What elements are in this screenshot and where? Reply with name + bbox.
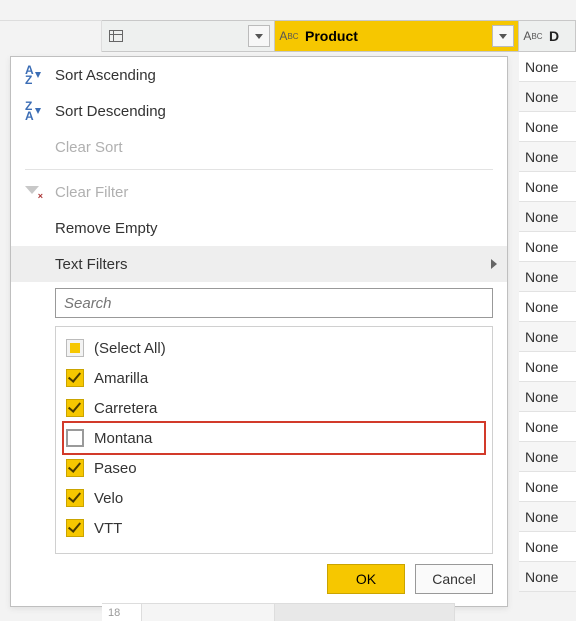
sort-asc-icon: AZ bbox=[25, 57, 55, 93]
data-cell[interactable]: None bbox=[519, 352, 576, 382]
filter-value-row[interactable]: Amarilla bbox=[64, 363, 484, 393]
filter-value-label: Carretera bbox=[94, 400, 157, 417]
data-cell[interactable]: None bbox=[519, 262, 576, 292]
data-cell[interactable]: None bbox=[519, 322, 576, 352]
data-cell[interactable]: None bbox=[519, 382, 576, 412]
data-cell[interactable]: None bbox=[519, 142, 576, 172]
filter-value-row[interactable]: Carretera bbox=[64, 393, 484, 423]
menu-clear-sort: Clear Sort bbox=[11, 129, 507, 165]
column-dropdown-button[interactable] bbox=[492, 25, 514, 47]
data-cell[interactable]: None bbox=[519, 532, 576, 562]
filter-value-row[interactable]: Paseo bbox=[64, 453, 484, 483]
filter-value-label: VTT bbox=[94, 520, 122, 537]
filter-value-row[interactable]: Montana bbox=[64, 423, 484, 453]
data-cell[interactable]: None bbox=[519, 232, 576, 262]
submenu-arrow-icon bbox=[491, 259, 497, 269]
filter-value-row[interactable]: VTT bbox=[64, 513, 484, 543]
filter-checkbox[interactable] bbox=[66, 399, 84, 417]
column-header-product[interactable]: ABC Product bbox=[275, 20, 519, 52]
filter-value-label: Amarilla bbox=[94, 370, 148, 387]
data-cell[interactable]: None bbox=[519, 202, 576, 232]
column-dropdown-button[interactable] bbox=[248, 25, 270, 47]
data-cell[interactable]: None bbox=[519, 442, 576, 472]
ok-button[interactable]: OK bbox=[327, 564, 405, 594]
table-icon bbox=[102, 30, 130, 42]
menu-text-filters[interactable]: Text Filters bbox=[11, 246, 507, 282]
data-cell[interactable]: None bbox=[519, 412, 576, 442]
filter-checkbox[interactable] bbox=[66, 489, 84, 507]
data-cell[interactable]: None bbox=[519, 502, 576, 532]
data-cell[interactable]: None bbox=[519, 562, 576, 592]
filter-value-row[interactable]: Velo bbox=[64, 483, 484, 513]
sort-desc-icon: ZA bbox=[25, 93, 55, 129]
data-cell[interactable]: None bbox=[519, 172, 576, 202]
type-text-icon: ABC bbox=[275, 21, 303, 51]
funnel-clear-icon: × bbox=[25, 174, 55, 210]
menu-sort-ascending[interactable]: AZ Sort Ascending bbox=[11, 57, 507, 93]
menu-sort-descending[interactable]: ZA Sort Descending bbox=[11, 93, 507, 129]
filter-checkbox[interactable] bbox=[66, 339, 84, 357]
filter-values-list: (Select All) Amarilla Carretera Montana Pase… bbox=[55, 326, 493, 554]
menu-remove-empty[interactable]: Remove Empty bbox=[11, 210, 507, 246]
data-cell[interactable]: None bbox=[519, 82, 576, 112]
column-header-blank[interactable] bbox=[102, 20, 275, 52]
filter-value-label: Velo bbox=[94, 490, 123, 507]
column-header-next[interactable]: ABC D bbox=[519, 20, 576, 52]
bottom-row-peek: 18 bbox=[102, 603, 576, 621]
filter-checkbox[interactable] bbox=[66, 519, 84, 537]
menu-clear-filter: × Clear Filter bbox=[11, 174, 507, 210]
column-label: D bbox=[547, 28, 575, 44]
data-cell[interactable]: None bbox=[519, 52, 576, 82]
filter-checkbox[interactable] bbox=[66, 429, 84, 447]
data-cell[interactable]: None bbox=[519, 472, 576, 502]
filter-checkbox[interactable] bbox=[66, 369, 84, 387]
cancel-button[interactable]: Cancel bbox=[415, 564, 493, 594]
type-text-icon: ABC bbox=[519, 21, 547, 51]
data-cell[interactable]: None bbox=[519, 292, 576, 322]
filter-value-label: (Select All) bbox=[94, 340, 166, 357]
filter-dropdown-panel: AZ Sort Ascending ZA Sort Descending Cle… bbox=[10, 56, 508, 607]
filter-value-label: Paseo bbox=[94, 460, 137, 477]
column-label: Product bbox=[303, 28, 492, 44]
row-index-cell: 18 bbox=[102, 603, 142, 621]
data-cell[interactable]: None bbox=[519, 112, 576, 142]
filter-search-input[interactable] bbox=[55, 288, 493, 318]
filter-value-label: Montana bbox=[94, 430, 152, 447]
filter-value-row[interactable]: (Select All) bbox=[64, 333, 484, 363]
filter-checkbox[interactable] bbox=[66, 459, 84, 477]
